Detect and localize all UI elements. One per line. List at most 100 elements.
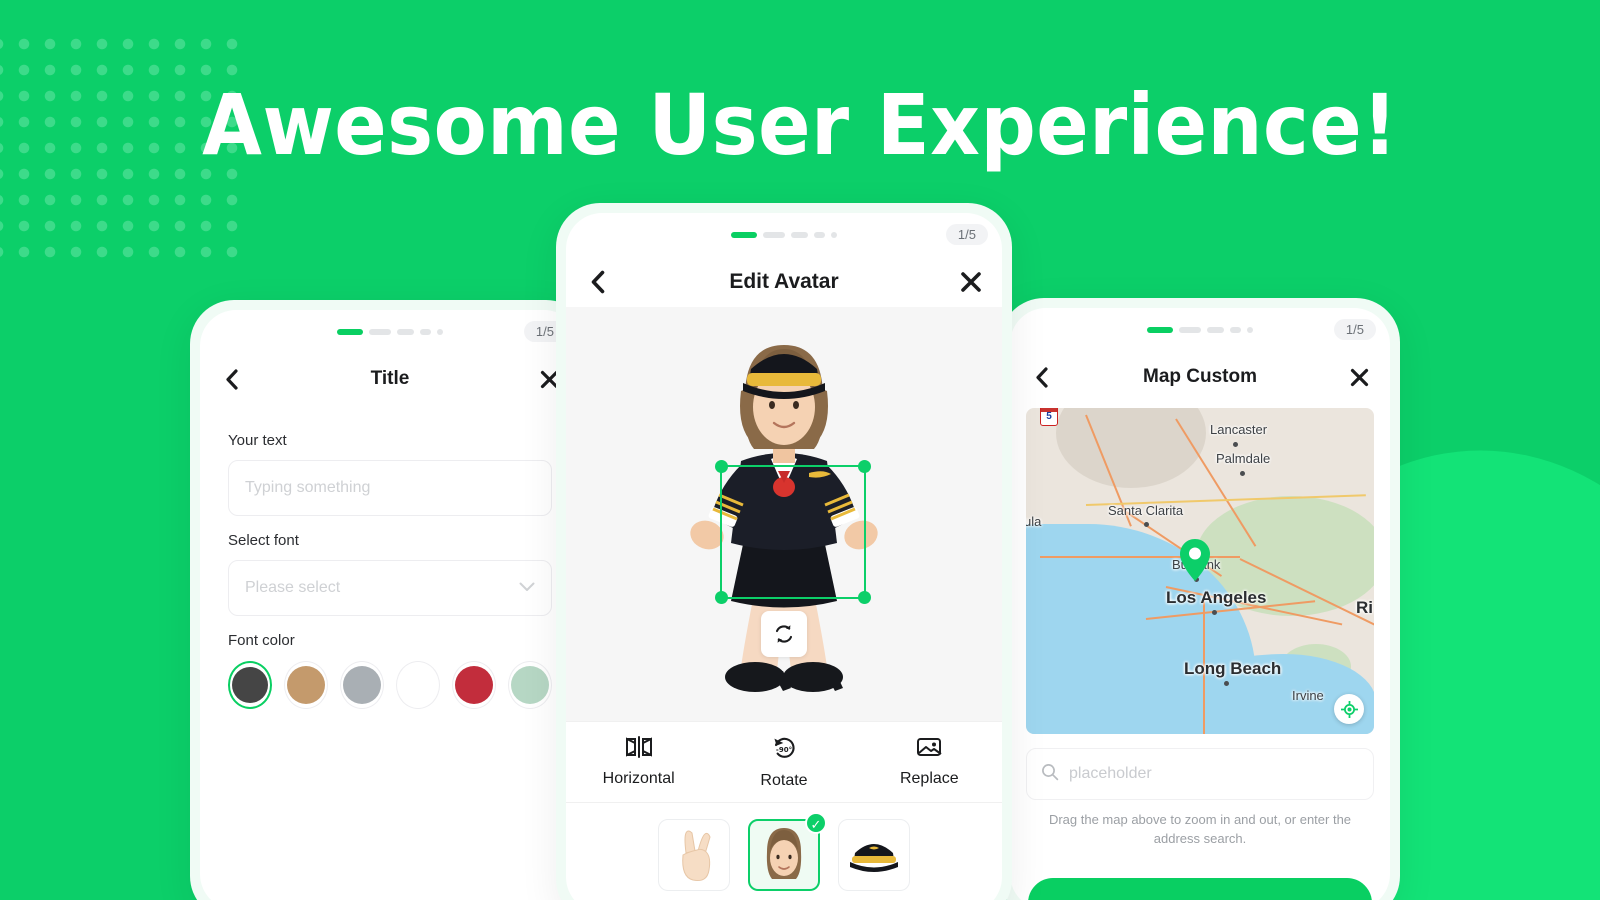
edit-toolbar: Horizontal -90° Rotate Replace (566, 721, 1002, 802)
face-photo-thumbnail[interactable]: ✓ (748, 812, 827, 891)
map-hint-text: Drag the map above to zoom in and out, o… (1048, 812, 1352, 846)
locate-me-icon[interactable] (1334, 694, 1364, 724)
step-dot-2[interactable] (1179, 327, 1201, 333)
step-dot-4[interactable] (1230, 327, 1241, 333)
screen-title: Title (370, 368, 410, 389)
map-city-dot (1233, 442, 1238, 447)
your-text-placeholder: Typing something (245, 479, 371, 496)
map-pin-icon[interactable] (1178, 538, 1212, 582)
step-dot-4[interactable] (814, 232, 825, 238)
highway-shield-icon: 5 (1040, 408, 1058, 426)
horizontal-label: Horizontal (602, 770, 675, 787)
color-swatch-tan[interactable] (284, 661, 329, 709)
phone-right: 1/5 Map Custom 5 Lancaster Palmdale Sant… (1000, 298, 1400, 900)
progress-bar-right: 1/5 (1010, 308, 1390, 352)
map-label-lancaster: Lancaster (1210, 422, 1268, 437)
horizontal-flip-button[interactable]: Horizontal (566, 736, 711, 790)
step-dot-4[interactable] (420, 329, 431, 335)
crop-handle-top-left[interactable] (715, 460, 728, 473)
crop-handle-top-right[interactable] (858, 460, 871, 473)
map-label-ri: Ri (1356, 598, 1373, 617)
map-label-palmdale: Palmdale (1216, 451, 1271, 466)
rotate-button[interactable]: -90° Rotate (711, 736, 856, 790)
primary-cta-button[interactable] (1028, 878, 1372, 900)
chevron-down-icon (519, 579, 535, 597)
map-city-dot (1240, 471, 1245, 476)
progress-bar-center: 1/5 (566, 213, 1002, 257)
svg-text:-90°: -90° (776, 746, 792, 754)
font-color-label: Font color (228, 632, 295, 649)
close-icon[interactable] (1344, 362, 1374, 392)
map-label-long-beach: Long Beach (1184, 659, 1282, 678)
map-label-santa-clarita: Santa Clarita (1108, 503, 1184, 518)
replace-button[interactable]: Replace (857, 736, 1002, 790)
step-dots (731, 232, 837, 238)
avatar-thumbnail-strip: ✓ (566, 802, 1002, 891)
map-view[interactable]: 5 Lancaster Palmdale Santa Clarita ula B… (1026, 408, 1374, 734)
phone-left: 1/5 Title Your text Typing something Sel… (190, 300, 590, 900)
map-city-dot (1224, 681, 1229, 686)
title-form: Your text Typing something Select font P… (200, 404, 580, 709)
crop-selection-box[interactable] (715, 460, 871, 604)
selected-check-icon: ✓ (805, 812, 827, 834)
crop-handle-bottom-right[interactable] (858, 591, 871, 604)
step-dot-1[interactable] (1147, 327, 1173, 333)
close-icon[interactable] (956, 267, 986, 297)
step-dot-5[interactable] (831, 232, 837, 238)
step-dots (1147, 327, 1253, 333)
color-swatch-gray[interactable] (340, 661, 385, 709)
step-dot-3[interactable] (1207, 327, 1224, 333)
your-text-input[interactable]: Typing something (228, 460, 552, 516)
map-city-dot (1212, 610, 1217, 615)
chevron-left-icon[interactable] (582, 267, 612, 297)
select-font-label: Select font (228, 532, 299, 549)
step-dot-2[interactable] (369, 329, 391, 335)
map-label-los-angeles: Los Angeles (1166, 588, 1267, 607)
crop-handle-bottom-left[interactable] (715, 591, 728, 604)
screen-title: Edit Avatar (729, 270, 839, 293)
step-counter: 1/5 (945, 224, 988, 245)
map-label-ula: ula (1026, 514, 1042, 529)
step-dot-1[interactable] (731, 232, 757, 238)
promo-banner: Awesome User Experience! 1/5 Title Your … (0, 0, 1600, 900)
phone-left-screen: 1/5 Title Your text Typing something Sel… (200, 310, 580, 900)
page-title: Awesome User Experience! (202, 76, 1398, 174)
flip-horizontal-icon (625, 736, 653, 763)
search-icon (1041, 763, 1059, 786)
color-swatch-crimson[interactable] (452, 661, 497, 709)
phone-center-screen: 1/5 Edit Avatar Horizontal -90° Rotate R… (566, 213, 1002, 900)
navbar-center: Edit Avatar (566, 257, 1002, 307)
chevron-left-icon[interactable] (216, 364, 246, 394)
address-search-input[interactable]: placeholder (1026, 748, 1374, 800)
step-dot-1[interactable] (337, 329, 363, 335)
font-color-swatches (228, 661, 552, 709)
color-swatch-white[interactable] (396, 661, 441, 709)
color-swatch-sage[interactable] (508, 661, 552, 709)
step-dot-5[interactable] (437, 329, 443, 335)
pilot-cap-thumbnail[interactable] (838, 819, 910, 891)
rotate-label: Rotate (760, 772, 808, 789)
refresh-icon[interactable] (761, 611, 807, 657)
select-font-placeholder: Please select (245, 579, 341, 596)
peace-hand-thumbnail[interactable] (658, 819, 730, 891)
phone-center: 1/5 Edit Avatar Horizontal -90° Rotate R… (556, 203, 1012, 900)
your-text-label: Your text (228, 432, 287, 449)
progress-bar-left: 1/5 (200, 310, 580, 354)
color-swatch-dark-gray[interactable] (228, 661, 273, 709)
step-dot-2[interactable] (763, 232, 785, 238)
screen-title: Map Custom (1143, 366, 1257, 387)
avatar-canvas[interactable] (566, 307, 1002, 721)
select-font-dropdown[interactable]: Please select (228, 560, 552, 616)
map-city-dot (1144, 522, 1149, 527)
step-counter: 1/5 (1333, 319, 1376, 340)
navbar-right: Map Custom (1010, 352, 1390, 402)
step-dot-5[interactable] (1247, 327, 1253, 333)
phone-right-screen: 1/5 Map Custom 5 Lancaster Palmdale Sant… (1010, 308, 1390, 900)
chevron-left-icon[interactable] (1026, 362, 1056, 392)
step-dots (337, 329, 443, 335)
step-dot-3[interactable] (397, 329, 414, 335)
map-label-irvine: Irvine (1292, 688, 1324, 703)
step-dot-3[interactable] (791, 232, 808, 238)
image-replace-icon (916, 736, 942, 763)
rotate-left-90-icon: -90° (771, 736, 797, 765)
